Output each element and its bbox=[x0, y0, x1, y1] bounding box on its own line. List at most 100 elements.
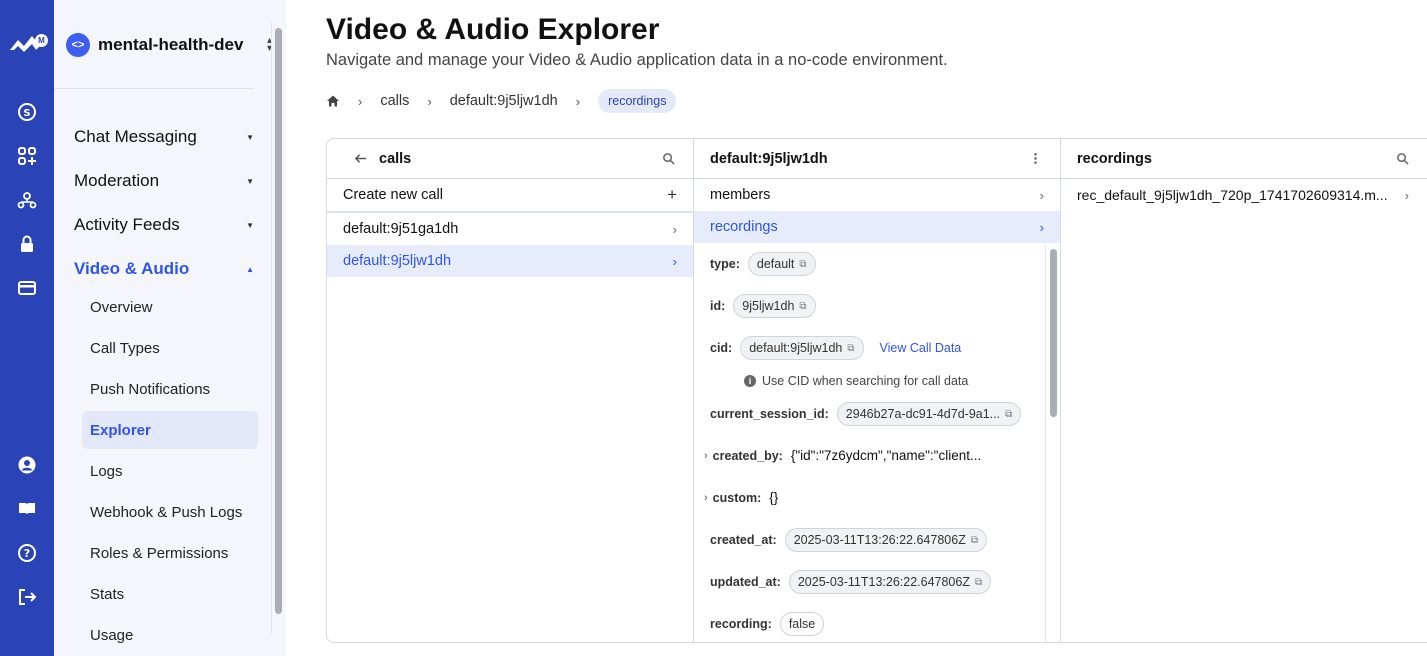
prop-updated-at: updated_at: 2025-03-11T13:26:22.647806Z ⧉ bbox=[710, 570, 992, 594]
chevron-right-icon: › bbox=[672, 221, 677, 237]
nav-activity-feeds[interactable]: Activity Feeds ▼ bbox=[74, 215, 254, 235]
more-vertical-icon[interactable] bbox=[1026, 150, 1044, 168]
view-call-data-link[interactable]: View Call Data bbox=[880, 341, 962, 355]
call-row-label: default:9j51ga1dh bbox=[343, 221, 459, 237]
docs-icon[interactable] bbox=[14, 496, 40, 522]
prop-created-by[interactable]: › created_by: {"id":"7z6ydcm","name":"cl… bbox=[704, 448, 981, 463]
recordings-panel-title: recordings bbox=[1077, 150, 1152, 167]
breadcrumb-calls[interactable]: calls bbox=[380, 93, 409, 109]
cid-note: i Use CID when searching for call data bbox=[744, 374, 968, 388]
logout-icon[interactable] bbox=[14, 584, 40, 610]
nav-explorer[interactable]: Explorer bbox=[90, 422, 151, 439]
copy-icon[interactable]: ⧉ bbox=[799, 259, 806, 270]
nav-label: Chat Messaging bbox=[74, 127, 197, 146]
type-chip[interactable]: default ⧉ bbox=[747, 252, 816, 276]
expand-chevron-icon[interactable]: › bbox=[704, 492, 708, 504]
chevron-right-icon: › bbox=[358, 93, 363, 109]
detail-scrollbar[interactable] bbox=[1050, 249, 1057, 417]
call-row-selected[interactable]: default:9j5ljw1dh › bbox=[327, 245, 693, 277]
prop-key: created_by: bbox=[712, 448, 783, 463]
caret-down-icon: ▼ bbox=[246, 176, 254, 186]
app-name: mental-health-dev bbox=[98, 35, 244, 54]
recording-filename: rec_default_9j5ljw1dh_720p_1741702609314… bbox=[1077, 187, 1388, 203]
call-row[interactable]: default:9j51ga1dh › bbox=[327, 213, 693, 245]
app-switcher[interactable]: <> mental-health-dev ▴ ▾ bbox=[66, 31, 272, 59]
cid-note-text: Use CID when searching for call data bbox=[762, 374, 969, 388]
recordings-row[interactable]: recordings › bbox=[694, 211, 1060, 243]
prop-key: id: bbox=[710, 299, 726, 313]
lock-icon[interactable] bbox=[14, 231, 40, 257]
caret-down-icon: ▼ bbox=[246, 220, 254, 230]
chevron-right-icon: › bbox=[1039, 219, 1044, 235]
members-row[interactable]: members › bbox=[694, 179, 1060, 211]
search-icon[interactable] bbox=[659, 150, 677, 168]
create-call-label: Create new call bbox=[343, 187, 443, 203]
info-icon: i bbox=[744, 375, 756, 387]
apps-icon[interactable] bbox=[14, 143, 40, 169]
nav-push-notifications[interactable]: Push Notifications bbox=[90, 381, 210, 398]
copy-icon[interactable]: ⧉ bbox=[975, 577, 982, 588]
divider bbox=[54, 88, 254, 89]
caret-down-icon: ▼ bbox=[246, 132, 254, 142]
copy-icon[interactable]: ⧉ bbox=[847, 343, 854, 354]
breadcrumb-call[interactable]: default:9j5ljw1dh bbox=[450, 93, 558, 109]
copy-icon[interactable]: ⧉ bbox=[799, 301, 806, 312]
page-subtitle: Navigate and manage your Video & Audio a… bbox=[326, 51, 948, 69]
updated-at-chip[interactable]: 2025-03-11T13:26:22.647806Z ⧉ bbox=[788, 570, 992, 594]
team-icon[interactable] bbox=[14, 188, 40, 214]
recording-row[interactable]: rec_default_9j5ljw1dh_720p_1741702609314… bbox=[1061, 179, 1427, 211]
chip-value: 9j5ljw1dh bbox=[742, 299, 795, 313]
create-call-button[interactable]: Create new call + bbox=[327, 179, 693, 213]
nav-roles-permissions[interactable]: Roles & Permissions bbox=[90, 545, 228, 562]
svg-text:?: ? bbox=[24, 547, 30, 560]
sidebar-scrollbar[interactable] bbox=[275, 28, 282, 614]
nav-chat-messaging[interactable]: Chat Messaging ▼ bbox=[74, 127, 254, 147]
call-panel-header: default:9j5ljw1dh bbox=[694, 139, 1060, 179]
created-by-value: {"id":"7z6ydcm","name":"client... bbox=[790, 448, 982, 463]
prop-recording: recording: false bbox=[710, 612, 825, 636]
id-chip[interactable]: 9j5ljw1dh ⧉ bbox=[733, 294, 816, 318]
help-icon[interactable]: ? bbox=[14, 540, 40, 566]
nav-call-types[interactable]: Call Types bbox=[90, 340, 160, 357]
dollar-icon[interactable]: S bbox=[14, 99, 40, 125]
nav-label: Moderation bbox=[74, 171, 160, 190]
search-icon[interactable] bbox=[1393, 150, 1411, 168]
home-icon[interactable] bbox=[326, 94, 340, 108]
nav-webhook-push-logs[interactable]: Webhook & Push Logs bbox=[90, 504, 242, 521]
prop-key: current_session_id: bbox=[710, 407, 829, 421]
prop-id: id: 9j5ljw1dh ⧉ bbox=[710, 294, 816, 318]
chip-value: 2025-03-11T13:26:22.647806Z bbox=[797, 575, 970, 589]
prop-current-session-id: current_session_id: 2946b27a-dc91-4d7d-9… bbox=[710, 402, 1022, 426]
created-at-chip[interactable]: 2025-03-11T13:26:22.647806Z ⧉ bbox=[784, 528, 987, 552]
calls-panel: calls Create new call + default:9j51ga1d… bbox=[326, 138, 694, 643]
user-icon[interactable] bbox=[14, 452, 40, 478]
chevron-right-icon: › bbox=[1404, 187, 1409, 203]
nav-video-audio[interactable]: Video & Audio ▲ bbox=[74, 259, 254, 279]
prop-custom[interactable]: › custom: {} bbox=[704, 490, 778, 505]
caret-up-icon: ▲ bbox=[246, 264, 254, 274]
code-icon: <> bbox=[66, 33, 90, 57]
session-chip[interactable]: 2946b27a-dc91-4d7d-9a1... ⧉ bbox=[836, 402, 1022, 426]
call-row-label: default:9j5ljw1dh bbox=[343, 253, 452, 269]
nav-overview[interactable]: Overview bbox=[90, 299, 153, 316]
back-arrow-icon[interactable] bbox=[351, 150, 369, 168]
calls-panel-header: calls bbox=[327, 139, 693, 179]
credit-card-icon[interactable] bbox=[14, 275, 40, 301]
nav-logs[interactable]: Logs bbox=[90, 463, 123, 480]
recordings-panel-header: recordings bbox=[1061, 139, 1427, 179]
call-detail-panel: default:9j5ljw1dh members › recordings ›… bbox=[693, 138, 1061, 643]
prop-key: recording: bbox=[710, 617, 772, 631]
nav-moderation[interactable]: Moderation ▼ bbox=[74, 171, 254, 191]
nav-stats[interactable]: Stats bbox=[90, 586, 124, 603]
nav-label: Activity Feeds bbox=[74, 215, 180, 234]
plus-icon: + bbox=[667, 185, 677, 204]
expand-chevron-icon[interactable]: › bbox=[704, 450, 708, 462]
copy-icon[interactable]: ⧉ bbox=[1005, 409, 1012, 420]
breadcrumb-recordings[interactable]: recordings bbox=[598, 89, 677, 113]
cid-chip[interactable]: default:9j5ljw1dh ⧉ bbox=[740, 336, 864, 360]
svg-text:S: S bbox=[23, 108, 30, 119]
copy-icon[interactable]: ⧉ bbox=[971, 535, 978, 546]
nav-usage[interactable]: Usage bbox=[90, 627, 133, 644]
calls-panel-title: calls bbox=[379, 150, 412, 167]
prop-key: custom: bbox=[712, 490, 762, 505]
